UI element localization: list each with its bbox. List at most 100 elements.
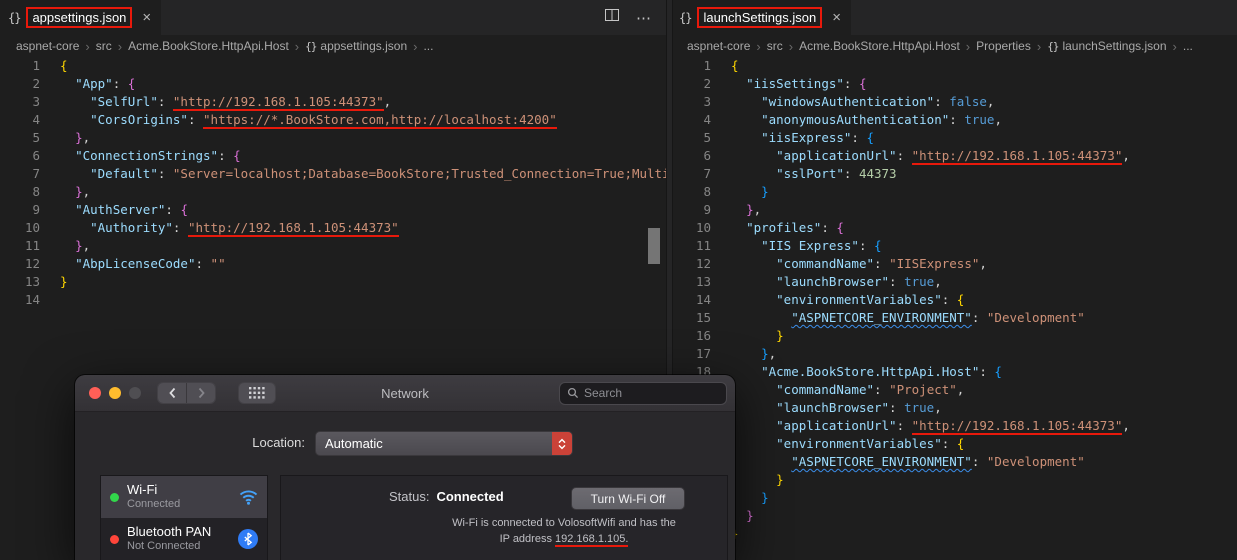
line-number: 12	[695, 256, 711, 271]
code-line: 4 "CorsOrigins": "https://*.BookStore.co…	[0, 111, 666, 129]
code-line-content: "anonymousAuthentication": true,	[761, 112, 1002, 127]
code-line-content: "Acme.BookStore.HttpApi.Host": {	[761, 364, 1002, 379]
code-editor-appsettings[interactable]: 1{2 "App": {3 "SelfUrl": "http://192.168…	[0, 57, 666, 309]
line-number: 13	[695, 274, 711, 289]
breadcrumb-file[interactable]: launchSettings.json	[1062, 39, 1166, 53]
line-number: 8	[32, 184, 40, 199]
code-line-content: "sslPort": 44373	[776, 166, 897, 181]
tab-launchsettings-json[interactable]: {} launchSettings.json ×	[671, 0, 851, 35]
breadcrumb-item[interactable]: Acme.BookStore.HttpApi.Host	[128, 39, 289, 53]
code-line-content: {	[60, 58, 68, 73]
traffic-lights	[89, 387, 141, 399]
code-line-content: "ConnectionStrings": {	[75, 148, 241, 163]
split-editor-icon[interactable]	[604, 7, 620, 28]
breadcrumb-right: aspnet-core › src › Acme.BookStore.HttpA…	[671, 35, 1237, 57]
code-line-content: "App": {	[75, 76, 136, 91]
search-field[interactable]: Search	[559, 381, 727, 405]
code-line-content: "ASPNETCORE_ENVIRONMENT": "Development"	[791, 454, 1085, 469]
code-line-content: "environmentVariables": {	[776, 292, 965, 307]
breadcrumb-more[interactable]: ...	[1183, 39, 1193, 53]
breadcrumb-item[interactable]: aspnet-core	[16, 39, 79, 53]
line-number: 14	[695, 292, 711, 307]
line-number: 4	[703, 112, 711, 127]
vertical-scrollbar[interactable]	[648, 228, 660, 264]
chevron-right-icon: ›	[117, 38, 123, 54]
breadcrumb-item[interactable]: Acme.BookStore.HttpApi.Host	[799, 39, 960, 53]
code-line-content: },	[75, 130, 91, 145]
network-services-list: Wi-Fi Connected Bluetooth PAN Not Connec…	[100, 475, 268, 560]
breadcrumb-file[interactable]: appsettings.json	[320, 39, 407, 53]
editor-pane-right: {} launchSettings.json × aspnet-core › s…	[671, 0, 1237, 560]
chevron-right-icon: ›	[756, 38, 761, 54]
breadcrumb-item[interactable]: src	[767, 39, 783, 53]
close-window-button[interactable]	[89, 387, 101, 399]
code-line: 15 "ASPNETCORE_ENVIRONMENT": "Developmen…	[671, 309, 1237, 327]
grid-icon	[249, 387, 265, 399]
show-all-button[interactable]	[238, 382, 276, 404]
code-line-content: "windowsAuthentication": false,	[761, 94, 995, 109]
line-number: 10	[24, 220, 40, 235]
search-icon	[567, 387, 579, 399]
bluetooth-icon	[238, 529, 258, 549]
tab-appsettings-json[interactable]: {} appsettings.json ×	[0, 0, 162, 35]
wifi-icon	[239, 489, 258, 505]
line-number: 7	[703, 166, 711, 181]
code-line: 5 },	[0, 129, 666, 147]
code-line: 19 "commandName": "Project",	[671, 381, 1237, 399]
code-line-content: "commandName": "Project",	[776, 382, 965, 397]
more-actions-icon[interactable]: ⋯	[636, 9, 652, 27]
status-dot-disconnected	[110, 534, 119, 544]
editor-actions: ⋯	[604, 0, 666, 35]
chevron-right-icon: ›	[85, 38, 90, 54]
code-line: 21 "applicationUrl": "http://192.168.1.1…	[671, 417, 1237, 435]
forward-button[interactable]	[186, 383, 215, 403]
list-item-wifi[interactable]: Wi-Fi Connected	[101, 476, 267, 518]
close-tab-icon[interactable]: ×	[832, 10, 841, 25]
breadcrumb-item[interactable]: Properties	[976, 39, 1031, 53]
location-label: Location:	[252, 435, 305, 450]
code-line: 13}	[0, 273, 666, 291]
location-dropdown[interactable]: Automatic	[315, 431, 573, 456]
line-number: 11	[695, 238, 711, 253]
code-editor-launchsettings[interactable]: 1{2 "iisSettings": {3 "windowsAuthentica…	[671, 57, 1237, 543]
breadcrumb-left: aspnet-core › src › Acme.BookStore.HttpA…	[0, 35, 666, 57]
breadcrumb-item[interactable]: aspnet-core	[687, 39, 750, 53]
back-button[interactable]	[158, 383, 186, 403]
line-number: 1	[32, 58, 40, 73]
code-line-content: "commandName": "IISExpress",	[776, 256, 987, 271]
close-tab-icon[interactable]: ×	[142, 10, 151, 25]
line-number: 9	[703, 202, 711, 217]
breadcrumb-item[interactable]: src	[96, 39, 112, 53]
code-line-content: "iisSettings": {	[746, 76, 867, 91]
code-line: 9 "AuthServer": {	[0, 201, 666, 219]
code-line: 3 "SelfUrl": "http://192.168.1.105:44373…	[0, 93, 666, 111]
code-line-content: }	[776, 328, 784, 343]
code-line: 11 "IIS Express": {	[671, 237, 1237, 255]
zoom-window-button[interactable]	[129, 387, 141, 399]
chevron-right-icon: ›	[1172, 38, 1177, 54]
dropdown-stepper-icon	[552, 432, 572, 455]
status-label: Status:	[389, 489, 430, 504]
code-line: 17 },	[671, 345, 1237, 363]
line-number: 9	[32, 202, 40, 217]
tab-label-launchsettings: launchSettings.json	[697, 7, 823, 28]
code-line-content: "AbpLicenseCode": ""	[75, 256, 226, 271]
code-line-content: "environmentVariables": {	[776, 436, 965, 451]
list-item-bluetooth-pan[interactable]: Bluetooth PAN Not Connected	[101, 518, 267, 560]
code-line-content: "SelfUrl": "http://192.168.1.105:44373",	[90, 94, 392, 111]
service-name: Bluetooth PAN	[127, 524, 212, 540]
minimize-window-button[interactable]	[109, 387, 121, 399]
code-line-content: },	[746, 202, 762, 217]
service-name: Wi-Fi	[127, 482, 158, 498]
code-line: 7 "sslPort": 44373	[671, 165, 1237, 183]
code-line: 23 "ASPNETCORE_ENVIRONMENT": "Developmen…	[671, 453, 1237, 471]
network-preferences-window[interactable]: Network Search Location: Automatic Wi-Fi…	[75, 375, 735, 560]
turn-wifi-off-button[interactable]: Turn Wi-Fi Off	[571, 487, 685, 510]
line-number: 16	[695, 328, 711, 343]
code-line: 10 "profiles": {	[671, 219, 1237, 237]
line-number: 12	[24, 256, 40, 271]
tab-bar-right: {} launchSettings.json ×	[671, 0, 1237, 35]
search-placeholder: Search	[584, 386, 623, 400]
window-title-bar[interactable]: Network Search	[75, 375, 735, 412]
breadcrumb-more[interactable]: ...	[423, 39, 433, 53]
